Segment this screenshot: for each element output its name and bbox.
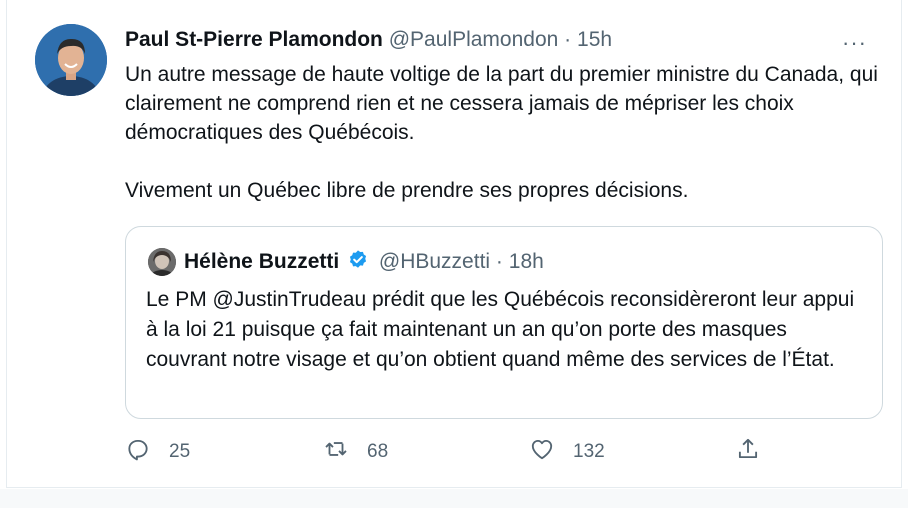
share-icon[interactable] xyxy=(735,436,761,468)
reply-count: 25 xyxy=(169,441,191,462)
quoted-author-avatar xyxy=(148,248,176,276)
tweet-timestamp[interactable]: 15h xyxy=(577,28,612,51)
tweet-text-paragraph-1: Un autre message de haute voltige de la … xyxy=(125,63,878,144)
retweet-button[interactable]: 68 xyxy=(323,436,388,468)
like-count: 132 xyxy=(573,441,605,462)
retweet-count: 68 xyxy=(367,441,389,462)
like-icon[interactable] xyxy=(529,436,555,468)
quoted-header-separator: · xyxy=(495,250,503,273)
timeline-background xyxy=(0,489,908,508)
reply-icon[interactable] xyxy=(125,436,151,468)
share-button[interactable] xyxy=(735,436,761,468)
quoted-tweet-header: Hélène Buzzetti @HBuzzetti · 18h xyxy=(184,249,544,277)
tweet-header: Paul St-Pierre Plamondon @PaulPlamondon … xyxy=(125,28,612,52)
header-separator: · xyxy=(564,28,572,51)
tweet-text-paragraph-2: Vivement un Québec libre de prendre ses … xyxy=(125,179,689,202)
quoted-tweet-timestamp: 18h xyxy=(508,250,544,273)
quoted-author-handle: @HBuzzetti xyxy=(378,250,491,273)
more-icon[interactable]: ··· xyxy=(842,30,867,56)
tweet-text: Un autre message de haute voltige de la … xyxy=(125,60,885,205)
quoted-tweet-text: Le PM @JustinTrudeau prédit que les Québ… xyxy=(146,288,855,371)
verified-badge-icon xyxy=(347,249,369,277)
author-avatar[interactable] xyxy=(35,24,107,96)
quoted-author-name: Hélène Buzzetti xyxy=(184,250,340,273)
reply-button[interactable]: 25 xyxy=(125,436,190,468)
quoted-tweet[interactable]: Hélène Buzzetti @HBuzzetti · 18h Le PM @… xyxy=(125,226,883,419)
like-button[interactable]: 132 xyxy=(529,436,605,468)
author-name[interactable]: Paul St-Pierre Plamondon xyxy=(125,28,383,51)
tweet-actions: 25 68 132 xyxy=(125,436,885,472)
retweet-icon[interactable] xyxy=(323,436,349,468)
author-handle[interactable]: @PaulPlamondon xyxy=(389,28,559,51)
tweet[interactable]: Paul St-Pierre Plamondon @PaulPlamondon … xyxy=(6,0,902,488)
